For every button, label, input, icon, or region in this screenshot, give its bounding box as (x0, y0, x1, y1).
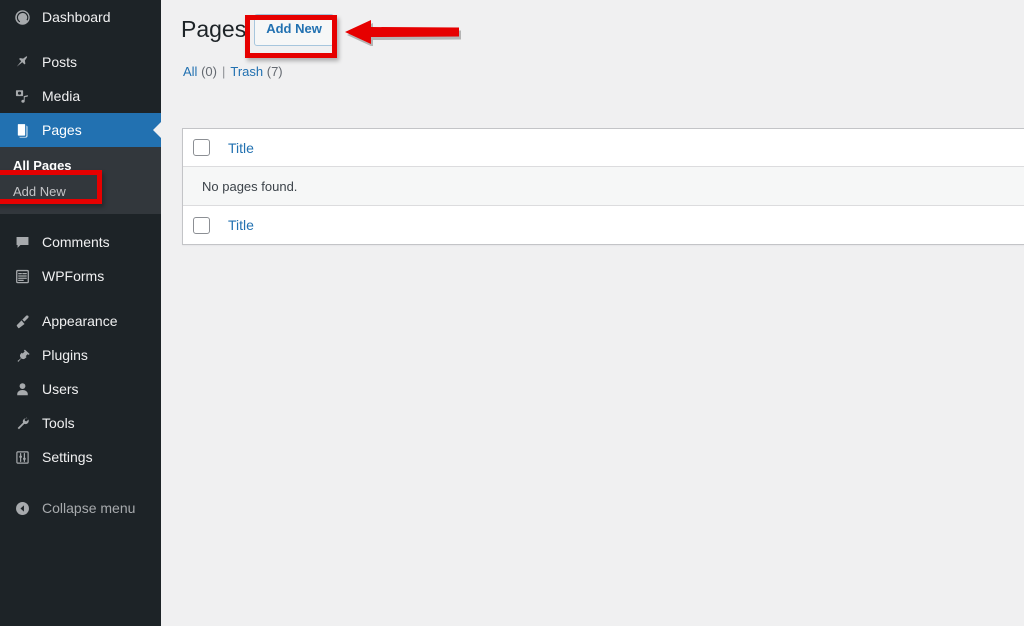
sidebar-item-posts[interactable]: Posts (0, 45, 161, 79)
sidebar-item-pages[interactable]: Pages (0, 113, 161, 147)
admin-menu: Dashboard Posts Media Pages All Pages Ad… (0, 0, 161, 474)
view-filter-all: All (0) (183, 64, 217, 79)
pages-list-table: Title No pages found. Title (182, 128, 1024, 245)
sidebar-item-users[interactable]: Users (0, 372, 161, 406)
pages-submenu: All Pages Add New (0, 147, 161, 214)
sidebar-item-tools[interactable]: Tools (0, 406, 161, 440)
column-footer-title[interactable]: Title (228, 217, 254, 233)
sidebar-item-plugins[interactable]: Plugins (0, 338, 161, 372)
view-filter-links: All (0) | Trash (7) (183, 64, 1024, 79)
sidebar-item-label: Users (42, 381, 79, 397)
collapse-left-arrow-icon (11, 498, 33, 518)
sidebar-item-wpforms[interactable]: WPForms (0, 259, 161, 293)
sidebar-item-label: Media (42, 88, 81, 104)
admin-sidebar: Dashboard Posts Media Pages All Pages Ad… (0, 0, 161, 626)
sidebar-item-appearance[interactable]: Appearance (0, 304, 161, 338)
sidebar-item-label: Pages (42, 122, 82, 138)
pages-icon (11, 120, 33, 140)
wrench-icon (11, 413, 33, 433)
sidebar-item-label: WPForms (42, 268, 105, 284)
sidebar-item-label: Settings (42, 449, 93, 465)
no-items-row: No pages found. (183, 167, 1024, 206)
sidebar-item-label: Plugins (42, 347, 88, 363)
no-items-message: No pages found. (202, 178, 298, 194)
page-title: Pages (181, 16, 247, 43)
page-wrap: Pages Add New All (0) | Trash (7) (161, 0, 1024, 79)
table-footer-row: Title (183, 206, 1024, 244)
wpforms-clipboard-icon (11, 266, 33, 286)
page-header: Pages Add New (181, 10, 1024, 50)
view-filter-trash-link[interactable]: Trash (230, 64, 263, 79)
plug-icon (11, 345, 33, 365)
sidebar-item-media[interactable]: Media (0, 79, 161, 113)
add-new-button[interactable]: Add New (254, 14, 334, 46)
sidebar-item-label: Comments (42, 234, 110, 250)
select-all-checkbox-top[interactable] (193, 139, 210, 156)
view-filter-all-link[interactable]: All (183, 64, 197, 79)
view-filter-divider: | (221, 64, 226, 79)
view-filter-trash: Trash (7) (230, 64, 282, 79)
submenu-item-add-new[interactable]: Add New (0, 179, 161, 205)
sidebar-item-label: Dashboard (42, 9, 111, 25)
content-area: Pages Add New All (0) | Trash (7) (161, 0, 1024, 626)
view-filter-all-count: (0) (201, 64, 217, 79)
select-all-checkbox-bottom[interactable] (193, 216, 210, 234)
column-header-title[interactable]: Title (228, 140, 254, 156)
paintbrush-icon (11, 311, 33, 331)
sidebar-item-dashboard[interactable]: Dashboard (0, 0, 161, 34)
view-filter-trash-count: (7) (266, 64, 283, 79)
sliders-icon (11, 447, 33, 467)
submenu-item-all-pages[interactable]: All Pages (0, 153, 161, 179)
media-icon (11, 86, 33, 106)
sidebar-item-settings[interactable]: Settings (0, 440, 161, 474)
comment-bubble-icon (11, 232, 33, 252)
dashboard-gauge-icon (11, 7, 33, 27)
sidebar-item-label: Posts (42, 54, 78, 70)
collapse-menu-button[interactable]: Collapse menu (0, 492, 161, 524)
sidebar-item-label: Appearance (42, 313, 118, 329)
pushpin-icon (11, 52, 33, 72)
table-header-row: Title (183, 129, 1024, 167)
sidebar-item-label: Tools (42, 415, 75, 431)
collapse-menu-label: Collapse menu (42, 500, 136, 516)
user-icon (11, 379, 33, 399)
sidebar-item-comments[interactable]: Comments (0, 225, 161, 259)
